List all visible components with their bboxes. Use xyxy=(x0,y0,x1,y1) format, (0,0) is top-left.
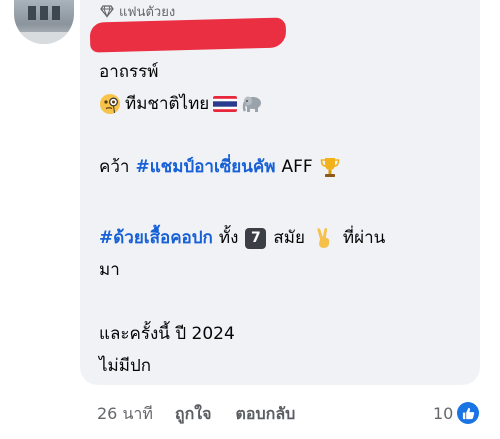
avatar-window xyxy=(40,6,48,20)
comment-line-5: มา xyxy=(99,258,120,282)
comment-actions: 26 นาที ถูกใจ ตอบกลับ xyxy=(97,399,319,429)
line-1-text: อาถรรพ์ xyxy=(99,62,159,82)
like-icon xyxy=(457,402,480,424)
monocle-face-icon xyxy=(100,94,120,114)
keycap-icon: 7 xyxy=(245,227,267,249)
reaction-summary[interactable]: 10 xyxy=(433,399,480,427)
author-redaction xyxy=(89,17,287,53)
line-4-end: ที่ผ่าน xyxy=(342,228,386,248)
reaction-count: 10 xyxy=(433,403,454,423)
avatar[interactable] xyxy=(14,0,74,44)
line-2-text: ทีมชาติไทย xyxy=(125,94,210,114)
comment-line-1: อาถรรพ์ xyxy=(99,60,159,84)
trophy-icon xyxy=(320,158,339,177)
comment-line-2: ทีมชาติไทย xyxy=(99,92,268,116)
line-4-mid: ทั้ง xyxy=(218,228,239,248)
reply-button[interactable]: ตอบกลับ xyxy=(235,402,295,427)
elephant-icon xyxy=(243,96,262,112)
badge-label: แฟนตัวยง xyxy=(119,4,176,20)
keycap-number: 7 xyxy=(251,230,261,246)
comment-line-6: และครั้งนี้ ปี 2024 xyxy=(99,322,235,346)
victory-hand-icon xyxy=(317,228,330,248)
comment-line-3: คว้า #แชมป์อาเซี่ยนคัพ AFF xyxy=(99,155,345,179)
comment-line-7: ไม่มีปก xyxy=(99,354,151,378)
line-3-prefix: คว้า xyxy=(99,157,130,177)
diamond-icon xyxy=(100,5,114,18)
line-6-text: และครั้งนี้ ปี 2024 xyxy=(99,324,235,344)
comment-line-4: #ด้วยเสื้อคอปก ทั้ง 7 สมัย ที่ผ่าน xyxy=(99,226,385,250)
hashtag-polo-shirt-link[interactable]: #ด้วยเสื้อคอปก xyxy=(99,226,213,250)
thailand-flag-icon xyxy=(213,96,238,112)
avatar-window xyxy=(52,6,60,20)
line-3-suffix: AFF xyxy=(281,157,313,177)
line-4-after: สมัย xyxy=(273,228,305,248)
timestamp[interactable]: 26 นาที xyxy=(97,402,153,427)
avatar-ground xyxy=(14,32,74,44)
like-button[interactable]: ถูกใจ xyxy=(175,402,212,427)
top-fan-badge[interactable]: แฟนตัวยง xyxy=(100,2,175,20)
avatar-window xyxy=(28,6,36,20)
line-7-text: ไม่มีปก xyxy=(99,356,152,376)
line-5-text: มา xyxy=(99,260,120,280)
hashtag-aff-cup-link[interactable]: #แชมป์อาเซี่ยนคัพ xyxy=(135,155,275,179)
